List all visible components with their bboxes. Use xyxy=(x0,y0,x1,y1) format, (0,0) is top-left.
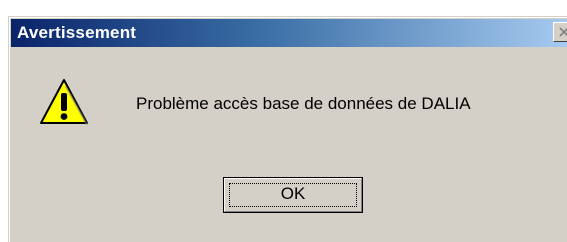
window-title: Avertissement xyxy=(17,23,137,42)
ok-button-label: OK xyxy=(280,184,306,203)
warning-dialog: Avertissement Problème accès base de don… xyxy=(8,16,567,242)
warning-icon xyxy=(40,79,88,125)
title-bar[interactable]: Avertissement xyxy=(11,19,567,47)
close-icon xyxy=(559,27,567,37)
message-text: Problème accès base de données de DALIA xyxy=(136,94,471,113)
close-button[interactable] xyxy=(553,22,567,42)
ok-button[interactable]: OK xyxy=(223,177,363,213)
